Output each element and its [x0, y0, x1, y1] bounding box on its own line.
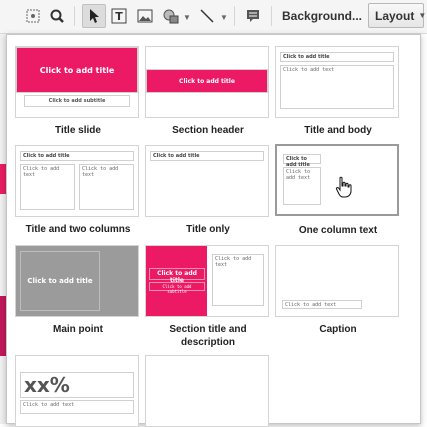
layout-thumbnail: Click to add title Click to add text Cli…: [15, 145, 139, 217]
layout-option-blank[interactable]: [145, 355, 271, 427]
svg-text:T: T: [115, 10, 123, 23]
layout-thumbnail: Click to add title Click to add text: [275, 46, 399, 118]
title-placeholder: Click to add title: [20, 251, 100, 311]
select-arrow-icon[interactable]: [82, 4, 106, 28]
layout-caption: Section title and description: [169, 324, 247, 348]
layout-thumbnail: Click to add title Click to add subtitle…: [145, 245, 269, 317]
layout-caption: Title slide: [55, 125, 101, 136]
layout-option-title-slide[interactable]: Click to add title Click to add subtitle…: [15, 46, 141, 137]
body-placeholder-right: Click to add text: [79, 164, 134, 210]
layout-option-section-title-and-description[interactable]: Click to add title Click to add subtitle…: [145, 245, 271, 349]
shape-dropdown-icon[interactable]: ▼: [183, 13, 191, 22]
comment-icon[interactable]: [242, 5, 264, 27]
layout-thumbnail: xx% Click to add text: [15, 355, 139, 427]
toolbar: T ▼ ▼ Background... Layout ▼: [0, 0, 427, 34]
layout-option-main-point[interactable]: Click to add title Main point: [15, 245, 141, 336]
chevron-down-icon: ▼: [418, 11, 427, 20]
layout-thumbnail: Click to add title: [15, 245, 139, 317]
layout-thumbnail: [145, 355, 269, 427]
layout-button[interactable]: Layout ▼: [368, 3, 427, 28]
layout-option-big-number[interactable]: xx% Click to add text: [15, 355, 141, 427]
layout-thumbnail: Click to add title: [145, 46, 269, 118]
textbox-icon[interactable]: T: [108, 5, 130, 27]
layout-caption: Caption: [319, 324, 357, 335]
image-select-icon[interactable]: [22, 5, 44, 27]
body-placeholder: Click to add text: [212, 254, 264, 306]
zoom-icon[interactable]: [46, 5, 68, 27]
toolbar-separator: [74, 6, 75, 26]
layout-menu: Click to add title Click to add subtitle…: [6, 34, 421, 427]
subtitle-placeholder: Click to add subtitle: [149, 282, 205, 294]
layout-option-title-and-body[interactable]: Click to add title Click to add text Tit…: [275, 46, 401, 137]
title-placeholder: Click to add title: [283, 154, 321, 168]
layout-caption: Main point: [53, 324, 103, 335]
layout-option-title-only[interactable]: Click to add title Title only: [145, 145, 271, 236]
big-number-placeholder: xx%: [20, 372, 134, 398]
layout-thumbnail: Click to add title: [145, 145, 269, 217]
layout-thumbnail: Click to add text: [275, 245, 399, 317]
title-placeholder: Click to add title: [149, 268, 205, 284]
body-placeholder: Click to add text: [280, 65, 394, 109]
title-placeholder: Click to add title: [280, 52, 394, 62]
line-icon[interactable]: [196, 5, 218, 27]
image-icon[interactable]: [134, 5, 156, 27]
body-placeholder-left: Click to add text: [20, 164, 75, 210]
layout-option-title-and-two-columns[interactable]: Click to add title Click to add text Cli…: [15, 145, 141, 236]
layout-caption: Title and two columns: [25, 224, 131, 235]
layout-caption: Title only: [186, 224, 230, 235]
title-placeholder: Click to add title: [146, 69, 268, 93]
title-placeholder: Click to add title: [150, 151, 264, 161]
layout-thumbnail: Click to add title Click to add subtitle: [15, 46, 139, 118]
layout-caption: One column text: [298, 225, 378, 236]
toolbar-separator: [234, 6, 235, 26]
caption-placeholder: Click to add text: [282, 300, 362, 309]
layout-caption: Section header: [172, 125, 244, 136]
line-dropdown-icon[interactable]: ▼: [220, 13, 228, 22]
layout-caption: Title and body: [304, 125, 372, 136]
toolbar-separator: [271, 6, 272, 26]
layout-label: Layout: [375, 8, 415, 23]
layout-option-section-header[interactable]: Click to add title Section header: [145, 46, 271, 137]
title-placeholder: Click to add title: [20, 151, 134, 161]
shape-icon[interactable]: [160, 5, 182, 27]
body-placeholder: Click to add text: [283, 167, 321, 205]
subtitle-placeholder: Click to add subtitle: [24, 95, 130, 107]
background-button[interactable]: Background...: [278, 4, 366, 28]
body-placeholder: Click to add text: [20, 400, 134, 414]
hand-cursor-icon: [335, 176, 353, 198]
layout-option-caption[interactable]: Click to add text Caption: [275, 245, 401, 336]
title-placeholder: Click to add title: [16, 47, 138, 93]
